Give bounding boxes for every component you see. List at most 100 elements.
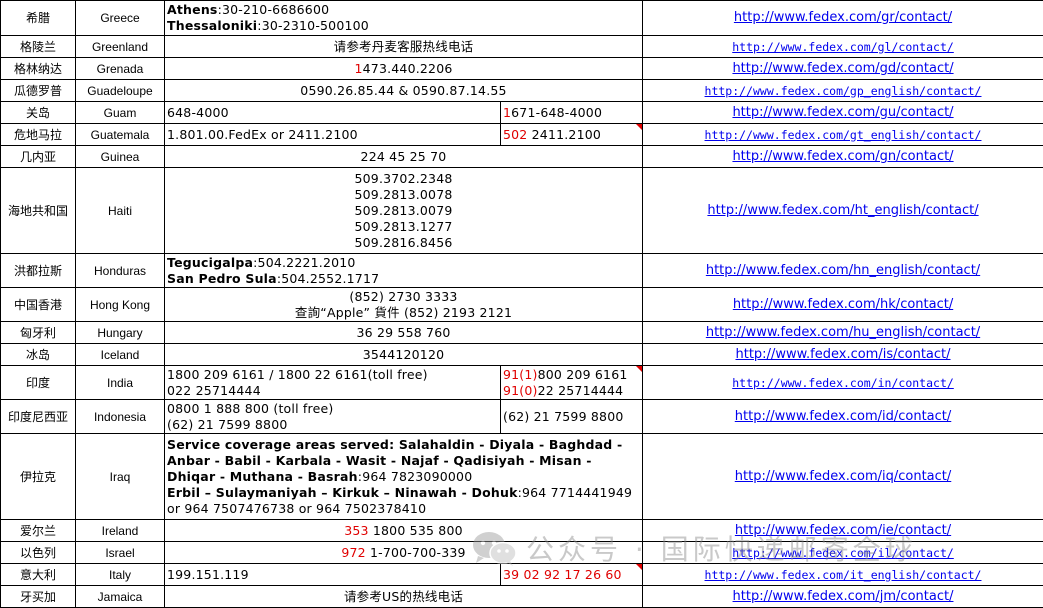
country-code: 502 [503,127,527,142]
phone-number: :30-2310-500100 [257,18,369,33]
intl-phone-cell: (62) 21 7599 8800 [501,400,643,434]
phone-number: 22 25714444 [538,383,624,398]
contact-link[interactable]: http://www.fedex.com/gt_english/contact/ [643,124,1043,146]
phone-number: 509.2813.1277 [167,219,640,235]
contact-link[interactable]: http://www.fedex.com/hk/contact/ [643,288,1043,322]
phone-number: 查詢“Apple” 貨件 (852) 2193 2121 [167,305,640,321]
country-en: Guam [76,102,165,124]
country-code: 91(0) [503,383,538,398]
country-en: Italy [76,564,165,586]
phone-cell: 1473.440.2206 [165,58,643,80]
table-row: 格陵兰 Greenland 请参考丹麦客服热线电话 http://www.fed… [1,36,1043,58]
phone-cell: 353 1800 535 800 [165,520,643,542]
coverage-text: Dhiqar - Muthana - Basrah [167,469,358,484]
country-en: Jamaica [76,586,165,608]
country-en: Greenland [76,36,165,58]
phone-number: 671-648-4000 [511,105,602,120]
city-name: San Pedro Sula [167,271,277,286]
phone-cell: Service coverage areas served: Salahaldi… [165,434,643,520]
phone-cell: 请参考丹麦客服热线电话 [165,36,643,58]
table-row: 关岛 Guam 648-4000 1671-648-4000 http://ww… [1,102,1043,124]
table-row: 印度 India 1800 209 6161 / 1800 22 6161(to… [1,366,1043,400]
contact-link[interactable]: http://www.fedex.com/gp_english/contact/ [643,80,1043,102]
country-en: Iraq [76,434,165,520]
phone-cell: Athens:30-210-6686600 Thessaloniki:30-23… [165,1,643,36]
country-cn: 关岛 [1,102,76,124]
contact-link[interactable]: http://www.fedex.com/ie/contact/ [643,520,1043,542]
country-code: 353 [344,523,368,538]
country-en: Indonesia [76,400,165,434]
contact-link[interactable]: http://www.fedex.com/ht_english/contact/ [643,168,1043,254]
table-row: 海地共和国 Haiti 509.3702.2348 509.2813.0078 … [1,168,1043,254]
contact-link[interactable]: http://www.fedex.com/il/contact/ [643,542,1043,564]
phone-number: (62) 21 7599 8800 [167,417,498,433]
phone-number: 0800 1 888 800 (toll free) [167,401,498,417]
phone-cell: 648-4000 [165,102,501,124]
coverage-text: Anbar - Babil - Karbala - Wasit - Najaf … [167,453,592,468]
phone-cell: 36 29 558 760 [165,322,643,344]
phone-cell: 请参考US的热线电话 [165,586,643,608]
contact-link[interactable]: http://www.fedex.com/iq/contact/ [643,434,1043,520]
city-name: Athens [167,2,218,17]
country-en: Hungary [76,322,165,344]
country-cn: 匈牙利 [1,322,76,344]
table-row: 匈牙利 Hungary 36 29 558 760 http://www.fed… [1,322,1043,344]
phone-cell: (852) 2730 3333 查詢“Apple” 貨件 (852) 2193 … [165,288,643,322]
phone-cell: 1.801.00.FedEx or 2411.2100 [165,124,501,146]
phone-number: or 964 7507476738 or 964 7502378410 [167,501,640,517]
country-cn: 意大利 [1,564,76,586]
phone-cell: 3544120120 [165,344,643,366]
country-en: Guatemala [76,124,165,146]
country-en: Haiti [76,168,165,254]
phone-cell: 0800 1 888 800 (toll free) (62) 21 7599 … [165,400,501,434]
table-row: 爱尔兰 Ireland 353 1800 535 800 http://www.… [1,520,1043,542]
phone-number: 800 209 6161 [538,367,628,382]
contact-link[interactable]: http://www.fedex.com/jm/contact/ [643,586,1043,608]
contact-link[interactable]: http://www.fedex.com/gl/contact/ [643,36,1043,58]
country-cn: 格陵兰 [1,36,76,58]
table-row: 伊拉克 Iraq Service coverage areas served: … [1,434,1043,520]
country-cn: 以色列 [1,542,76,564]
table-row: 希腊 Greece Athens:30-210-6686600 Thessalo… [1,1,1043,36]
phone-number: 2411.2100 [527,127,601,142]
phone-cell: 1800 209 6161 / 1800 22 6161(toll free) … [165,366,501,400]
table-row: 印度尼西亚 Indonesia 0800 1 888 800 (toll fre… [1,400,1043,434]
table-row: 中国香港 Hong Kong (852) 2730 3333 查詢“Apple”… [1,288,1043,322]
contact-link[interactable]: http://www.fedex.com/gr/contact/ [643,1,1043,36]
table-row: 危地马拉 Guatemala 1.801.00.FedEx or 2411.21… [1,124,1043,146]
contact-link[interactable]: http://www.fedex.com/is/contact/ [643,344,1043,366]
country-en: Greece [76,1,165,36]
contact-link[interactable]: http://www.fedex.com/hn_english/contact/ [643,254,1043,288]
table-row: 瓜德罗普 Guadeloupe 0590.26.85.44 & 0590.87.… [1,80,1043,102]
phone-number: (852) 2730 3333 [167,289,640,305]
contact-link[interactable]: http://www.fedex.com/gd/contact/ [643,58,1043,80]
contact-link[interactable]: http://www.fedex.com/hu_english/contact/ [643,322,1043,344]
country-cn: 希腊 [1,1,76,36]
city-name: Thessaloniki [167,18,257,33]
phone-number: 022 25714444 [167,383,498,399]
table-row: 冰岛 Iceland 3544120120 http://www.fedex.c… [1,344,1043,366]
contact-link[interactable]: http://www.fedex.com/in/contact/ [643,366,1043,400]
coverage-text: Erbil – Sulaymaniyah – Kirkuk – Ninawah … [167,485,518,500]
contact-link[interactable]: http://www.fedex.com/gn/contact/ [643,146,1043,168]
phone-number: :504.2221.2010 [253,255,355,270]
table-row: 几内亚 Guinea 224 45 25 70 http://www.fedex… [1,146,1043,168]
intl-phone-cell: 91(1)800 209 6161 91(0)22 25714444 [501,366,643,400]
phone-cell: 0590.26.85.44 & 0590.87.14.55 [165,80,643,102]
country-cn: 危地马拉 [1,124,76,146]
intl-phone-cell: 39 02 92 17 26 60 [501,564,643,586]
country-cn: 海地共和国 [1,168,76,254]
phone-cell: Tegucigalpa:504.2221.2010 San Pedro Sula… [165,254,643,288]
fedex-contact-table: 希腊 Greece Athens:30-210-6686600 Thessalo… [0,0,1043,608]
phone-number: 509.2813.0079 [167,203,640,219]
phone-number: :504.2552.1717 [277,271,379,286]
country-en: Hong Kong [76,288,165,322]
contact-link[interactable]: http://www.fedex.com/gu/contact/ [643,102,1043,124]
table-row: 格林纳达 Grenada 1473.440.2206 http://www.fe… [1,58,1043,80]
intl-phone-cell: 1671-648-4000 [501,102,643,124]
phone-number: 1800 535 800 [369,523,463,538]
contact-link[interactable]: http://www.fedex.com/it_english/contact/ [643,564,1043,586]
phone-number: 509.3702.2348 [167,171,640,187]
country-cn: 几内亚 [1,146,76,168]
contact-link[interactable]: http://www.fedex.com/id/contact/ [643,400,1043,434]
